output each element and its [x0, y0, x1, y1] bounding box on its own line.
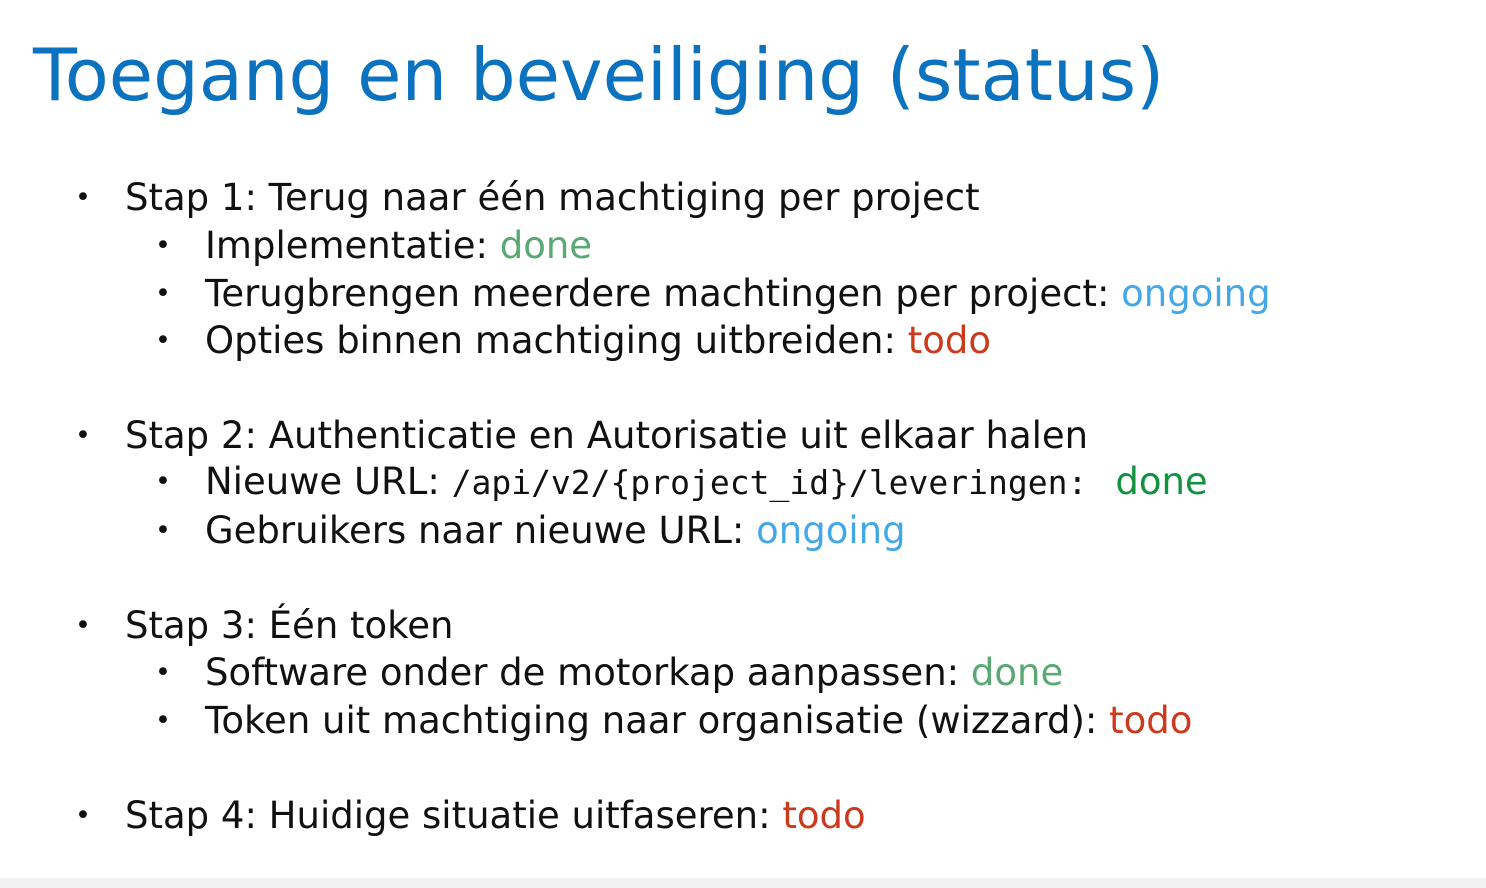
step-1-item-2: Terugbrengen meerdere machtingen per pro… [205, 270, 1271, 318]
bottom-strip [0, 878, 1486, 888]
status-label: done [970, 651, 1064, 694]
bullet-icon: • [155, 705, 171, 736]
item-text: Opties binnen machtiging uitbreiden: [205, 319, 908, 362]
bullet-icon: • [155, 278, 171, 309]
status-label: ongoing [756, 509, 906, 552]
step-3-heading: Stap 3: Één token [125, 604, 454, 647]
url-code: /api/v2/{project_id}/leveringen: [451, 463, 1088, 502]
bullet-icon: • [155, 515, 171, 546]
step-4-heading: Stap 4: Huidige situatie uitfaseren: tod… [125, 792, 866, 840]
bullet-icon: • [75, 420, 91, 451]
item-text: Software onder de motorkap aanpassen: [205, 651, 971, 694]
status-label: todo [1109, 699, 1193, 742]
item-text: Gebruikers naar nieuwe URL: [205, 509, 757, 552]
item-text: Terugbrengen meerdere machtingen per pro… [205, 272, 1122, 315]
status-label: ongoing [1121, 272, 1271, 315]
step-1-item-3: Opties binnen machtiging uitbreiden: tod… [205, 317, 991, 365]
item-text: Nieuwe URL: [205, 460, 452, 503]
status-label: done [499, 224, 593, 267]
status-label: todo [907, 319, 991, 362]
bullet-icon: • [155, 466, 171, 497]
item-text: Stap 4: Huidige situatie uitfaseren: [125, 794, 783, 837]
slide: Toegang en beveiliging (status) • Stap 1… [0, 0, 1486, 888]
step-3-item-1: Software onder de motorkap aanpassen: do… [205, 649, 1063, 697]
step-1-item-1: Implementatie: done [205, 222, 592, 270]
bullet-icon: • [75, 182, 91, 213]
status-label: done [1115, 460, 1208, 503]
slide-title: Toegang en beveiliging (status) [33, 33, 1165, 117]
item-text: Implementatie: [205, 224, 500, 267]
step-3-item-2: Token uit machtiging naar organisatie (w… [205, 697, 1192, 745]
bullet-icon: • [155, 230, 171, 261]
status-label: todo [782, 794, 866, 837]
bullet-icon: • [75, 610, 91, 641]
bullet-icon: • [155, 657, 171, 688]
bullet-icon: • [75, 800, 91, 831]
bullet-icon: • [155, 325, 171, 356]
step-2-item-1: Nieuwe URL: /api/v2/{project_id}/leverin… [205, 458, 1208, 507]
item-text: Token uit machtiging naar organisatie (w… [205, 699, 1110, 742]
step-2-item-2: Gebruikers naar nieuwe URL: ongoing [205, 507, 906, 555]
step-1-heading: Stap 1: Terug naar één machtiging per pr… [125, 176, 980, 219]
step-2-heading: Stap 2: Authenticatie en Autorisatie uit… [125, 414, 1089, 457]
